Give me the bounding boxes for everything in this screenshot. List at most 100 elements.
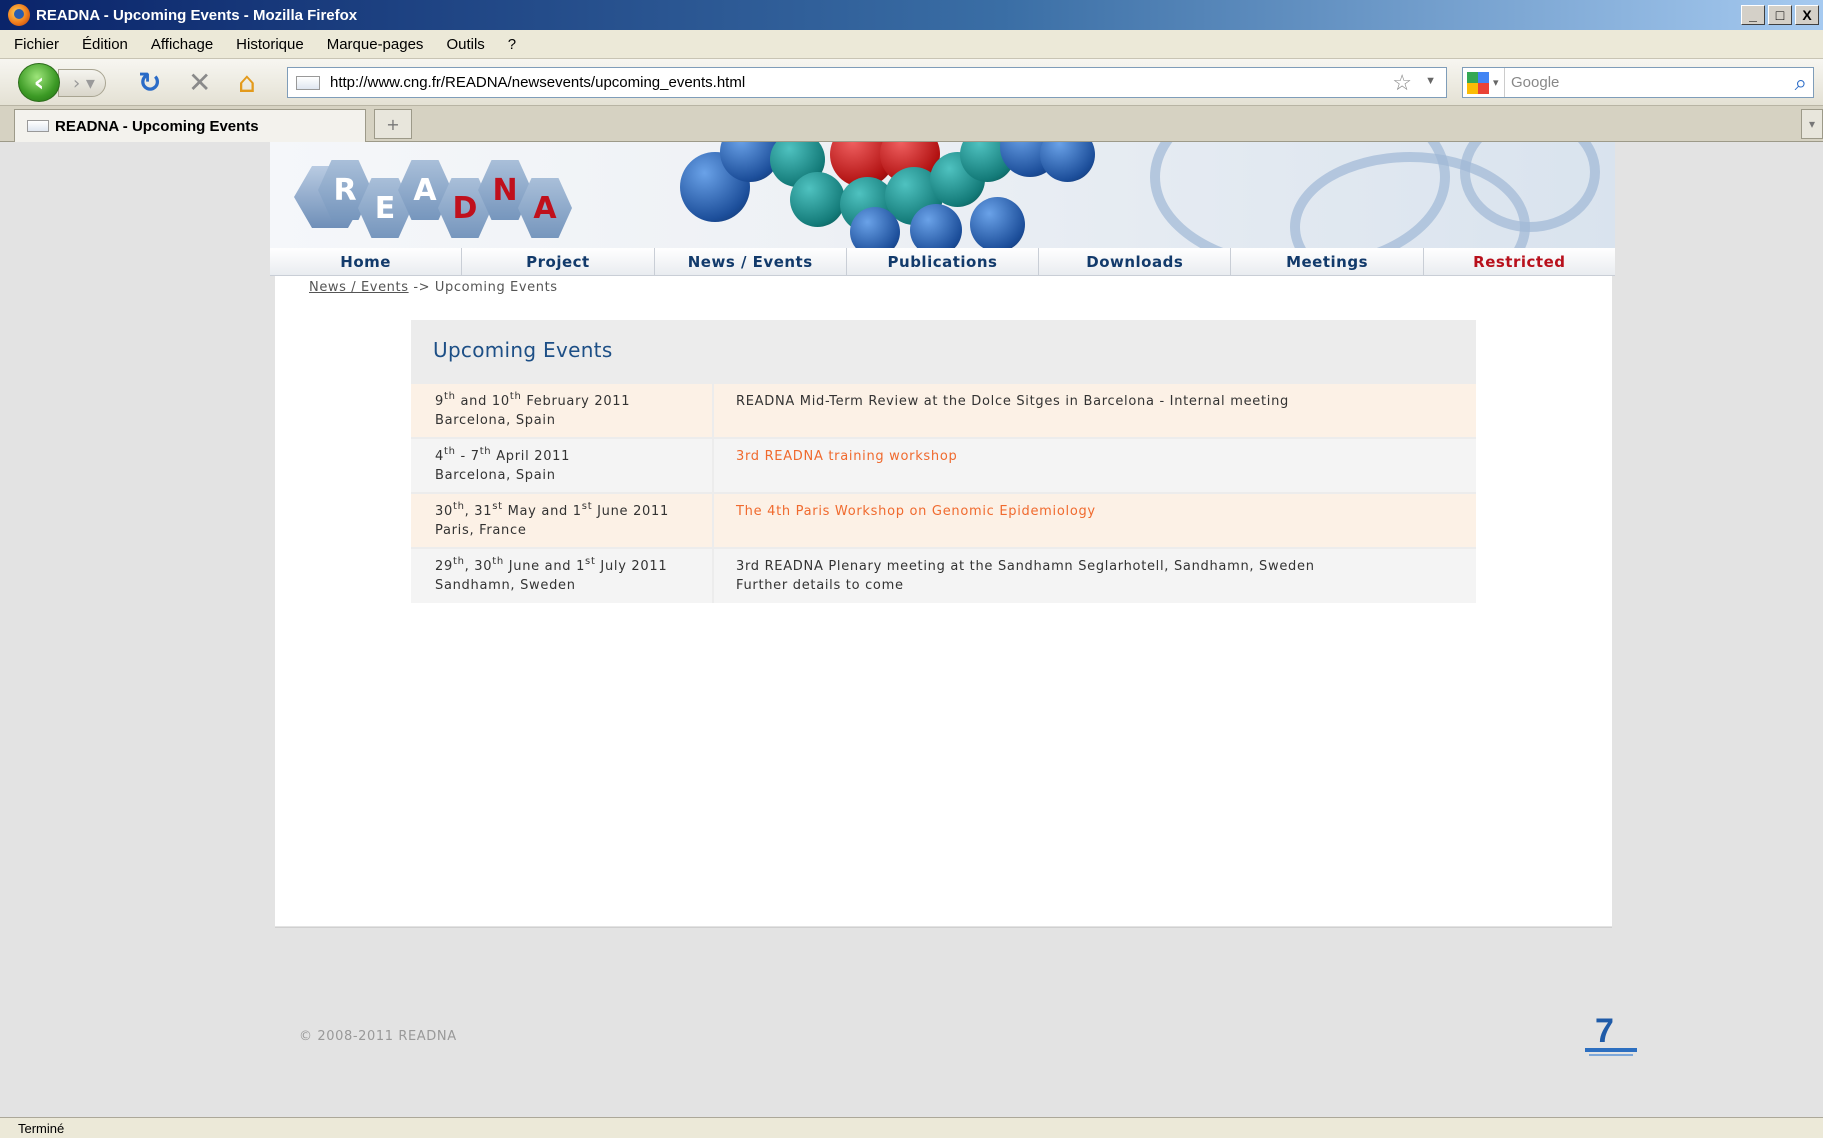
forward-arrow-icon: › ▾: [73, 72, 95, 94]
chevron-down-icon: ▾: [1808, 117, 1816, 131]
status-bar: Terminé: [0, 1117, 1823, 1138]
event-location: Paris, France: [435, 523, 527, 538]
event-date-cell: 29th, 30th June and 1st July 2011 Sandha…: [411, 547, 714, 603]
menu-bar: Fichier Édition Affichage Historique Mar…: [0, 30, 1823, 59]
tab-favicon: [27, 120, 49, 132]
event-description: READNA Mid-Term Review at the Dolce Sitg…: [736, 394, 1289, 409]
event-description-cell: 3rd READNA training workshop: [713, 437, 1476, 493]
reload-icon: ↻: [138, 66, 162, 99]
plus-icon: +: [386, 114, 400, 134]
back-button[interactable]: ‹: [18, 63, 60, 102]
event-description-cell: The 4th Paris Workshop on Genomic Epidem…: [713, 492, 1476, 548]
table-row: 9th and 10th February 2011 Barcelona, Sp…: [411, 382, 1476, 438]
nav-downloads[interactable]: Downloads: [1039, 248, 1232, 275]
event-date: 30th, 31st May and 1st June 2011: [435, 501, 669, 520]
menu-marque-pages[interactable]: Marque-pages: [327, 36, 424, 53]
tab-label: READNA - Upcoming Events: [55, 117, 259, 135]
table-row: 30th, 31st May and 1st June 2011 Paris, …: [411, 492, 1476, 548]
breadcrumb-link-news-events[interactable]: News / Events: [309, 280, 409, 295]
page-bottom-border: [275, 927, 1612, 928]
footer-copyright: © 2008-2011 READNA: [299, 1029, 457, 1044]
readna-logo[interactable]: R E A D N A: [294, 156, 584, 242]
menu-affichage[interactable]: Affichage: [151, 36, 213, 53]
event-date: 9th and 10th February 2011: [435, 391, 631, 410]
search-engine-selector[interactable]: ▾: [1463, 68, 1505, 97]
menu-help[interactable]: ?: [508, 36, 516, 53]
table-row: 4th - 7th April 2011 Barcelona, Spain 3r…: [411, 437, 1476, 493]
status-text: Terminé: [18, 1120, 65, 1136]
url-text: http://www.cng.fr/READNA/newsevents/upco…: [330, 74, 746, 91]
event-date: 29th, 30th June and 1st July 2011: [435, 556, 668, 575]
home-icon: ⌂: [238, 66, 256, 99]
tab-bar: READNA - Upcoming Events + ▾: [0, 106, 1823, 142]
event-date-cell: 9th and 10th February 2011 Barcelona, Sp…: [411, 382, 714, 438]
site-banner: R E A D N A: [270, 142, 1615, 248]
nav-news-events[interactable]: News / Events: [655, 248, 847, 275]
window-titlebar: READNA - Upcoming Events - Mozilla Firef…: [0, 0, 1823, 30]
page-viewport[interactable]: R E A D N A Home Project News / Events P…: [10, 142, 1823, 1117]
minimize-button[interactable]: _: [1741, 5, 1765, 25]
event-location: Barcelona, Spain: [435, 413, 556, 428]
reload-button[interactable]: ↻: [138, 67, 161, 99]
menu-outils[interactable]: Outils: [446, 36, 484, 53]
tab-upcoming-events[interactable]: READNA - Upcoming Events: [14, 109, 366, 142]
molecule-sphere: [970, 197, 1025, 248]
nav-home[interactable]: Home: [270, 248, 463, 275]
url-bar[interactable]: http://www.cng.fr/READNA/newsevents/upco…: [287, 67, 1447, 98]
menu-fichier[interactable]: Fichier: [14, 36, 59, 53]
event-location: Sandhamn, Sweden: [435, 578, 576, 593]
event-link-paris-workshop[interactable]: The 4th Paris Workshop on Genomic Epidem…: [736, 504, 1096, 519]
events-table: 9th and 10th February 2011 Barcelona, Sp…: [411, 382, 1476, 603]
maximize-button[interactable]: □: [1768, 5, 1792, 25]
search-placeholder: Google: [1511, 74, 1560, 91]
search-bar[interactable]: ▾ Google ⌕: [1462, 67, 1814, 98]
breadcrumb: News / Events -> Upcoming Events: [309, 280, 558, 295]
stop-icon: ✕: [188, 66, 212, 99]
section-title: Upcoming Events: [433, 338, 613, 362]
page-content: News / Events -> Upcoming Events Upcomin…: [275, 276, 1637, 1056]
event-description-note: Further details to come: [736, 578, 904, 593]
tab-list-button[interactable]: ▾: [1801, 109, 1823, 139]
google-icon: [1467, 71, 1489, 94]
event-description-cell: READNA Mid-Term Review at the Dolce Sitg…: [713, 382, 1476, 438]
upcoming-events-panel: Upcoming Events 9th and 10th February 20…: [411, 320, 1476, 603]
event-link-training-workshop[interactable]: 3rd READNA training workshop: [736, 449, 957, 464]
event-description-cell: 3rd READNA Plenary meeting at the Sandha…: [713, 547, 1476, 603]
nav-restricted[interactable]: Restricted: [1424, 248, 1615, 275]
navigation-toolbar: › ▾ ‹ ↻ ✕ ⌂ http://www.cng.fr/READNA/new…: [0, 59, 1823, 106]
molecule-sphere: [910, 204, 962, 248]
url-dropdown-icon[interactable]: ▼: [1425, 75, 1436, 87]
breadcrumb-current: Upcoming Events: [434, 280, 558, 295]
event-description: 3rd READNA Plenary meeting at the Sandha…: [736, 559, 1315, 574]
site-favicon: [296, 75, 320, 90]
new-tab-button[interactable]: +: [374, 109, 412, 139]
main-navigation: Home Project News / Events Publications …: [270, 248, 1615, 276]
back-arrow-icon: ‹: [33, 67, 45, 98]
event-date-cell: 4th - 7th April 2011 Barcelona, Spain: [411, 437, 714, 493]
fp7-logo[interactable]: 7: [1585, 1012, 1637, 1058]
window-controls: _ □ X: [1741, 5, 1819, 25]
fp7-bar: [1585, 1048, 1637, 1052]
breadcrumb-separator: ->: [413, 280, 431, 295]
nav-project[interactable]: Project: [462, 248, 655, 275]
bookmark-star-icon[interactable]: ☆: [1392, 70, 1412, 96]
home-button[interactable]: ⌂: [238, 67, 256, 99]
menu-historique[interactable]: Historique: [236, 36, 304, 53]
forward-button[interactable]: › ▾: [58, 69, 106, 97]
nav-meetings[interactable]: Meetings: [1231, 248, 1424, 275]
event-date-cell: 30th, 31st May and 1st June 2011 Paris, …: [411, 492, 714, 548]
stop-button[interactable]: ✕: [188, 67, 211, 99]
firefox-icon: [8, 4, 30, 26]
event-date: 4th - 7th April 2011: [435, 446, 571, 465]
molecule-sphere: [790, 172, 845, 227]
window-title: READNA - Upcoming Events - Mozilla Firef…: [36, 6, 358, 24]
molecule-sphere: [1040, 142, 1095, 182]
search-icon[interactable]: ⌕: [1795, 70, 1807, 96]
menu-edition[interactable]: Édition: [82, 36, 128, 53]
close-button[interactable]: X: [1795, 5, 1819, 25]
fp7-seven-icon: 7: [1595, 1012, 1614, 1050]
fp7-bar: [1589, 1054, 1633, 1056]
nav-publications[interactable]: Publications: [847, 248, 1040, 275]
event-location: Barcelona, Spain: [435, 468, 556, 483]
table-row: 29th, 30th June and 1st July 2011 Sandha…: [411, 547, 1476, 603]
